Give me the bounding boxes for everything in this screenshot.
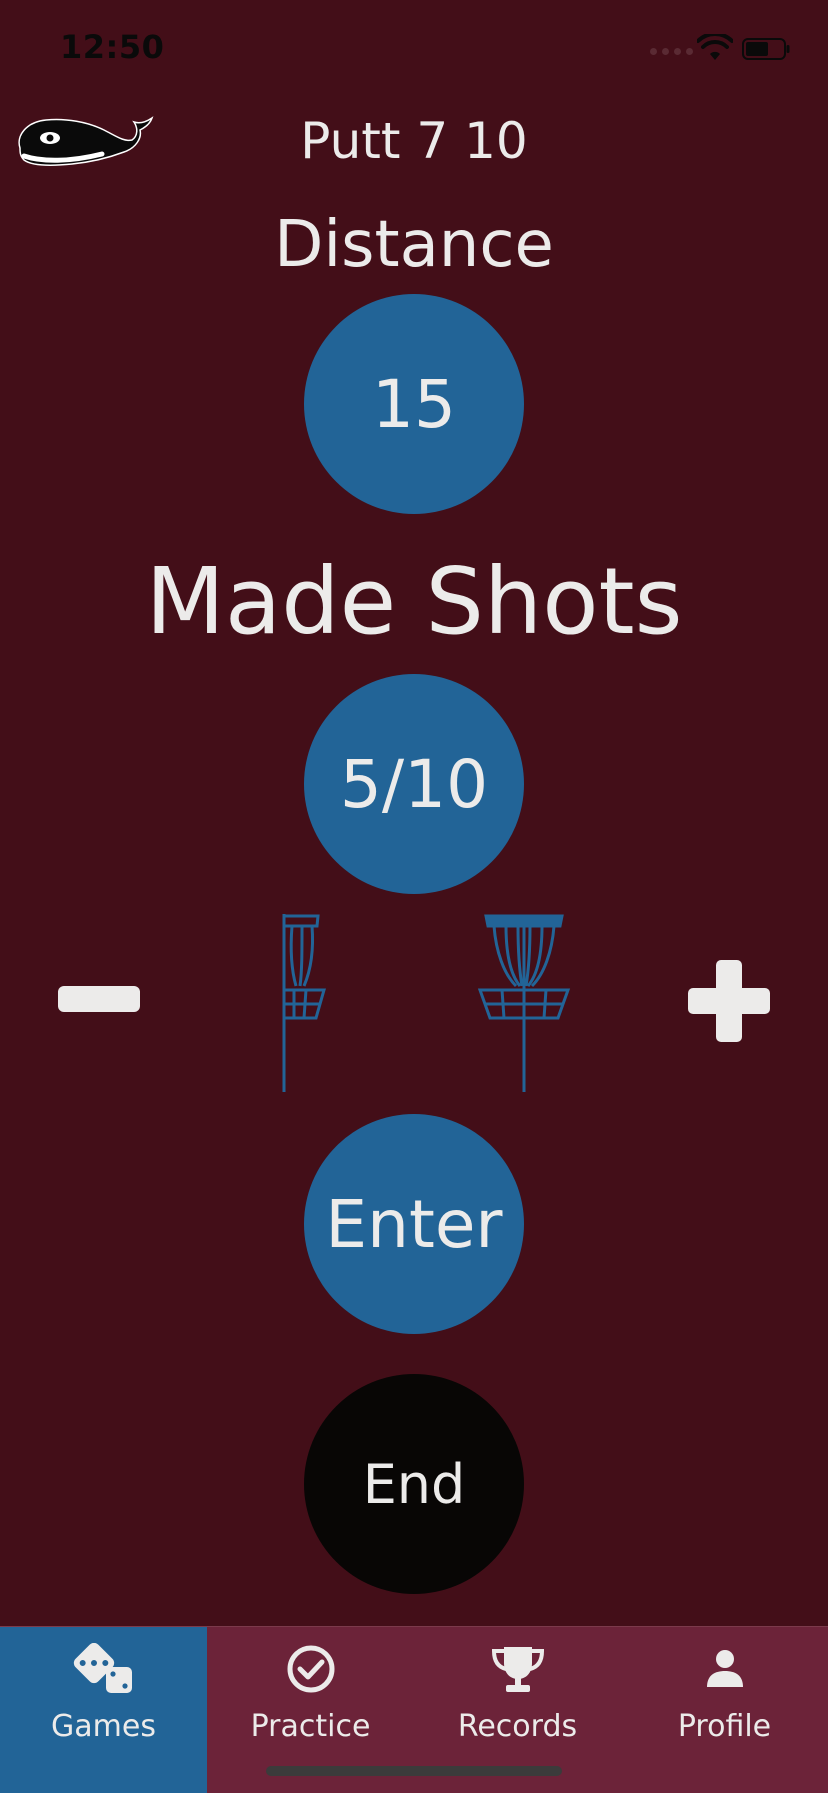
- decrease-button[interactable]: [58, 986, 140, 1012]
- tab-games[interactable]: Games: [0, 1627, 207, 1793]
- disc-golf-basket-icon: [477, 914, 571, 1092]
- end-button-label: End: [362, 1452, 466, 1516]
- tab-records-label: Records: [457, 1709, 578, 1744]
- enter-button[interactable]: Enter: [304, 1114, 524, 1334]
- status-time: 12:50: [60, 28, 165, 66]
- check-circle-icon: [287, 1645, 334, 1693]
- home-indicator: [266, 1766, 562, 1776]
- tab-profile-label: Profile: [677, 1709, 772, 1744]
- dice-icon: [73, 1643, 132, 1693]
- tab-profile[interactable]: Profile: [621, 1627, 828, 1793]
- game-title: Putt 7 10: [300, 112, 528, 170]
- made-shots-value: 5/10: [339, 745, 489, 823]
- wifi-icon: [697, 34, 733, 60]
- made-shots-circle: 5/10: [304, 674, 524, 894]
- distance-value: 15: [372, 365, 456, 443]
- battery-icon: [742, 38, 790, 60]
- whale-icon: [18, 116, 154, 166]
- signal-dots-icon: [650, 48, 693, 55]
- end-button[interactable]: End: [304, 1374, 524, 1594]
- distance-value-circle: 15: [304, 294, 524, 514]
- increase-button[interactable]: [688, 960, 770, 1042]
- distance-label: Distance: [274, 208, 554, 282]
- tab-games-label: Games: [51, 1709, 156, 1744]
- person-icon: [706, 1650, 743, 1687]
- tab-practice-label: Practice: [250, 1709, 371, 1744]
- enter-button-label: Enter: [325, 1185, 503, 1263]
- made-shots-label: Made Shots: [145, 548, 683, 655]
- trophy-icon: [491, 1647, 544, 1692]
- disc-golf-basket-icon: [282, 914, 326, 1092]
